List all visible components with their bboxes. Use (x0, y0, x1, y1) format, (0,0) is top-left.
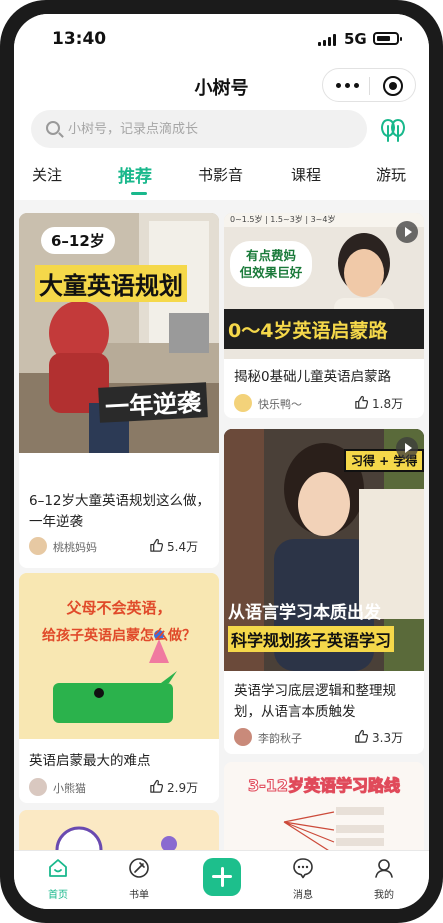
cover-illustration (19, 810, 219, 850)
avatar (29, 778, 47, 796)
status-bar: 13:40 5G (14, 14, 429, 64)
post-likes[interactable]: 1.8万 (354, 394, 414, 414)
cover-line-2: 科学规划孩子英语学习 (228, 626, 395, 652)
author-name: 小熊猫 (53, 782, 86, 795)
thumbs-up-icon (150, 779, 164, 793)
bottom-nav: 首页 书单 消息 我的 (14, 850, 429, 909)
nav-messages[interactable]: 消息 (273, 857, 333, 905)
cover-headline: 0～4岁英语启蒙路 (228, 320, 388, 342)
nav-booklist-label: 书单 (129, 890, 149, 901)
post-card-4[interactable]: 习得 + 学得 从语言学习本质出发 科学规划孩子英语学习 英语学习底层逻辑和整理… (224, 429, 424, 754)
add-button[interactable] (203, 858, 241, 896)
post-likes[interactable]: 3.3万 (354, 728, 414, 748)
post-cover-image[interactable]: 6–12岁 大童英语规划 一年逆袭 (19, 213, 219, 453)
nav-profile-label: 我的 (374, 890, 394, 901)
close-target-icon[interactable] (383, 76, 403, 96)
like-count: 1.8万 (372, 397, 404, 411)
author-name: 快乐鸭～ (258, 398, 302, 411)
status-time: 13:40 (52, 29, 107, 49)
battery-icon (373, 32, 402, 45)
post-cover-image[interactable]: 习得 + 学得 从语言学习本质出发 科学规划孩子英语学习 (224, 429, 424, 671)
cover-line-1: 父母不会英语， (66, 599, 172, 617)
post-card-1[interactable]: 6–12岁 大童英语规划 一年逆袭 6–12岁大童英语规划这么做，一年逆袭 桃桃… (19, 213, 219, 568)
post-likes[interactable]: 2.9万 (149, 778, 209, 798)
author-name: 李韵秋子 (258, 732, 302, 745)
post-card-5[interactable] (19, 810, 219, 850)
tree-icon[interactable] (379, 116, 407, 144)
author-name: 桃桃妈妈 (53, 541, 97, 554)
post-cover-image[interactable]: 3-12岁英语学习路线 (224, 762, 424, 850)
profile-icon (375, 859, 393, 878)
cover-subline: 一年逆袭 (98, 382, 208, 423)
play-icon (396, 437, 418, 459)
home-icon (49, 859, 67, 877)
search-box[interactable] (31, 110, 367, 148)
post-card-6[interactable]: 3-12岁英语学习路线 (224, 762, 424, 850)
thumbs-up-icon (150, 538, 164, 552)
book-list-icon (129, 858, 149, 878)
play-icon (396, 221, 418, 243)
post-title[interactable]: 6–12岁大童英语规划这么做，一年逆袭 (29, 491, 211, 533)
app-screen: 13:40 5G 小树号 关注 推荐 书影音 课程 游玩 (14, 14, 429, 909)
network-label: 5G (344, 30, 367, 48)
capsule-divider (369, 77, 370, 95)
cover-line-2: 给孩子英语启蒙怎么做？ (42, 628, 196, 644)
avatar (234, 394, 252, 412)
cover-line-1: 从语言学习本质出发 (228, 603, 381, 623)
message-icon (293, 858, 313, 879)
nav-home[interactable]: 首页 (28, 857, 88, 905)
tab-recommend[interactable]: 推荐 (118, 162, 152, 187)
post-title[interactable]: 揭秘0基础儿童英语启蒙路 (234, 367, 416, 388)
active-tab-indicator (131, 192, 147, 195)
post-likes[interactable]: 5.4万 (149, 537, 209, 557)
phone-frame: 13:40 5G 小树号 关注 推荐 书影音 课程 游玩 (0, 0, 443, 923)
mini-program-capsule (322, 68, 416, 102)
search-input[interactable] (68, 119, 348, 139)
post-title[interactable]: 英语启蒙最大的难点 (29, 751, 211, 772)
thumbs-up-icon (355, 395, 369, 409)
nav-profile[interactable]: 我的 (354, 857, 414, 905)
search-icon (46, 121, 60, 135)
like-count: 2.9万 (167, 781, 199, 795)
avatar (234, 728, 252, 746)
post-title[interactable]: 英语学习底层逻辑和整理规划，从语言本质触发 (234, 681, 416, 723)
post-card-3[interactable]: 父母不会英语， 给孩子英语启蒙怎么做？ 英语启蒙最大的难点 小熊猫 2.9万 (19, 573, 219, 803)
content-feed: 6–12岁 大童英语规划 一年逆袭 6–12岁大童英语规划这么做，一年逆袭 桃桃… (14, 200, 429, 850)
more-icon[interactable] (334, 77, 362, 93)
tab-courses[interactable]: 课程 (291, 164, 321, 185)
category-tabs: 关注 推荐 书影音 课程 游玩 (14, 158, 429, 200)
cover-speech-bubble: 有点费妈 但效果巨好 (230, 241, 312, 287)
nav-messages-label: 消息 (293, 890, 313, 901)
tab-play[interactable]: 游玩 (376, 164, 406, 185)
tab-follow[interactable]: 关注 (32, 164, 62, 185)
search-row (14, 108, 429, 158)
nav-home-label: 首页 (48, 890, 68, 901)
cover-age-bubble: 6–12岁 (41, 227, 115, 254)
cover-age-header: 0~1.5岁 | 1.5~3岁 | 3~4岁 (230, 215, 336, 224)
like-count: 5.4万 (167, 540, 199, 554)
post-cover-image[interactable]: 0~1.5岁 | 1.5~3岁 | 3~4岁 有点费妈 但效果巨好 0～4岁英语… (224, 213, 424, 359)
post-cover-image[interactable]: 父母不会英语， 给孩子英语启蒙怎么做？ (19, 573, 219, 739)
signal-icon (318, 34, 338, 46)
thumbs-up-icon (355, 729, 369, 743)
cover-headline: 大童英语规划 (35, 265, 187, 302)
post-card-2[interactable]: 0~1.5岁 | 1.5~3岁 | 3~4岁 有点费妈 但效果巨好 0～4岁英语… (224, 213, 424, 418)
avatar (29, 537, 47, 555)
like-count: 3.3万 (372, 731, 404, 745)
cover-headline: 3-12岁英语学习路线 (247, 776, 401, 796)
nav-booklist[interactable]: 书单 (109, 857, 169, 905)
tab-media[interactable]: 书影音 (198, 164, 243, 185)
title-bar: 小树号 (14, 64, 429, 108)
